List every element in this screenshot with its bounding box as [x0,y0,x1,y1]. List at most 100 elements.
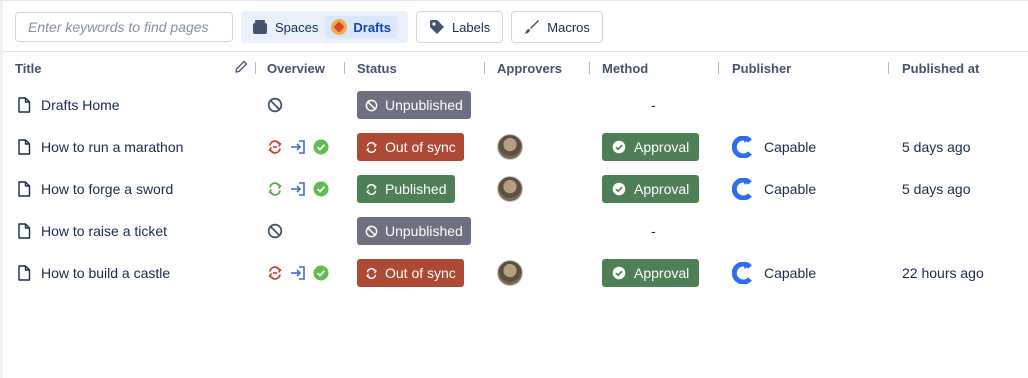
check-circle-icon [612,140,626,154]
page-icon [17,265,31,281]
method-label: Approval [634,181,690,197]
published-at-cell: 22 hours ago [902,265,984,281]
spaces-label: Spaces [275,19,319,35]
publisher-name: Capable [764,139,817,155]
page-title-link[interactable]: How to forge a sword [41,181,173,197]
column-separator[interactable] [255,62,256,74]
capable-logo-icon [732,262,754,284]
method-cell[interactable]: Approval [602,259,700,287]
not-published-icon [365,99,378,112]
status-badge[interactable]: Published [357,175,455,203]
publisher-cell: Capable [732,259,816,287]
capable-logo-icon [732,136,754,158]
title-cell[interactable]: Drafts Home [17,91,120,119]
out-of-sync-icon[interactable] [267,139,283,155]
search-input[interactable] [15,12,233,42]
publisher-cell: Capable [732,175,816,203]
column-header-approvers[interactable]: Approvers [497,61,562,76]
avatar[interactable] [497,260,523,286]
table-row[interactable]: How to forge a sword Published Approval Cap… [0,168,1028,210]
column-header-published-at[interactable]: Published at [902,61,979,76]
column-separator[interactable] [718,62,719,74]
overview-cell [267,91,283,119]
status-label: Out of sync [385,265,456,281]
sync-icon [365,267,378,280]
column-header-overview[interactable]: Overview [267,61,325,76]
page-icon [17,181,31,197]
spaces-filter-button[interactable]: Spaces Drafts [241,11,408,43]
top-border [0,0,1028,1]
status-label: Out of sync [385,139,456,155]
title-cell[interactable]: How to build a castle [17,259,170,287]
avatar[interactable] [497,134,523,160]
table-row[interactable]: How to build a castle Out of sync Approval… [0,252,1028,294]
sync-icon [365,183,378,196]
macros-filter-button[interactable]: Macros [511,11,603,43]
toolbar-divider [3,51,1028,52]
empty-value: - [651,223,656,239]
check-circle-icon [612,182,626,196]
table-row[interactable]: How to raise a ticket Unpublished - [0,210,1028,252]
overview-cell [267,175,329,203]
status-badge[interactable]: Unpublished [357,217,471,245]
publisher-cell: Capable [732,133,816,161]
labels-label: Labels [451,19,491,35]
overview-cell [267,133,329,161]
status-label: Published [385,181,447,197]
open-live-page-icon[interactable] [289,181,307,197]
column-header-method[interactable]: Method [602,61,648,76]
drafts-space-icon [331,19,348,35]
approved-check-icon [313,181,329,197]
drafts-space-tag[interactable]: Drafts [325,16,397,38]
column-separator[interactable] [344,62,345,74]
page-icon [17,139,31,155]
brush-icon [525,20,540,34]
approvers-cell [497,133,523,161]
column-header-status[interactable]: Status [357,61,397,76]
approvers-cell [497,175,523,203]
table-row[interactable]: How to run a marathon Out of sync Approval… [0,126,1028,168]
status-badge[interactable]: Out of sync [357,133,464,161]
page-title-link[interactable]: Drafts Home [41,97,120,113]
labels-filter-button[interactable]: Labels [415,11,504,43]
drafts-label: Drafts [353,19,391,35]
page-title-link[interactable]: How to build a castle [41,265,170,281]
sync-icon [365,141,378,154]
not-published-icon [267,223,283,239]
spaces-icon [253,20,267,34]
published-at-cell: 5 days ago [902,139,971,155]
column-header-title[interactable]: Title [15,61,42,76]
page-title-link[interactable]: How to run a marathon [41,139,183,155]
column-header-publisher[interactable]: Publisher [732,61,791,76]
avatar[interactable] [497,176,523,202]
method-cell[interactable]: Approval [602,175,700,203]
out-of-sync-icon[interactable] [267,265,283,281]
open-live-page-icon[interactable] [289,265,307,281]
table-row[interactable]: Drafts Home Unpublished - [0,84,1028,126]
not-published-icon [365,225,378,238]
column-separator[interactable] [888,62,889,74]
method-label: Approval [634,265,690,281]
toolbar: Spaces Drafts Labels Macros [15,11,603,43]
title-cell[interactable]: How to forge a sword [17,175,173,203]
title-cell[interactable]: How to raise a ticket [17,217,167,245]
status-badge[interactable]: Unpublished [357,91,471,119]
check-circle-icon [612,266,626,280]
pencil-icon[interactable] [234,60,248,74]
status-badge[interactable]: Out of sync [357,259,464,287]
method-cell[interactable]: Approval [602,133,700,161]
overview-cell [267,217,283,245]
method-cell: - [651,217,656,245]
status-label: Unpublished [385,223,463,239]
approved-check-icon [313,139,329,155]
in-sync-icon[interactable] [267,181,283,197]
empty-value: - [651,97,656,113]
column-separator[interactable] [589,62,590,74]
title-cell[interactable]: How to run a marathon [17,133,183,161]
page-title-link[interactable]: How to raise a ticket [41,223,167,239]
open-live-page-icon[interactable] [289,139,307,155]
macros-label: Macros [547,19,590,35]
approvers-cell [497,259,523,287]
column-separator[interactable] [484,62,485,74]
method-cell: - [651,91,656,119]
